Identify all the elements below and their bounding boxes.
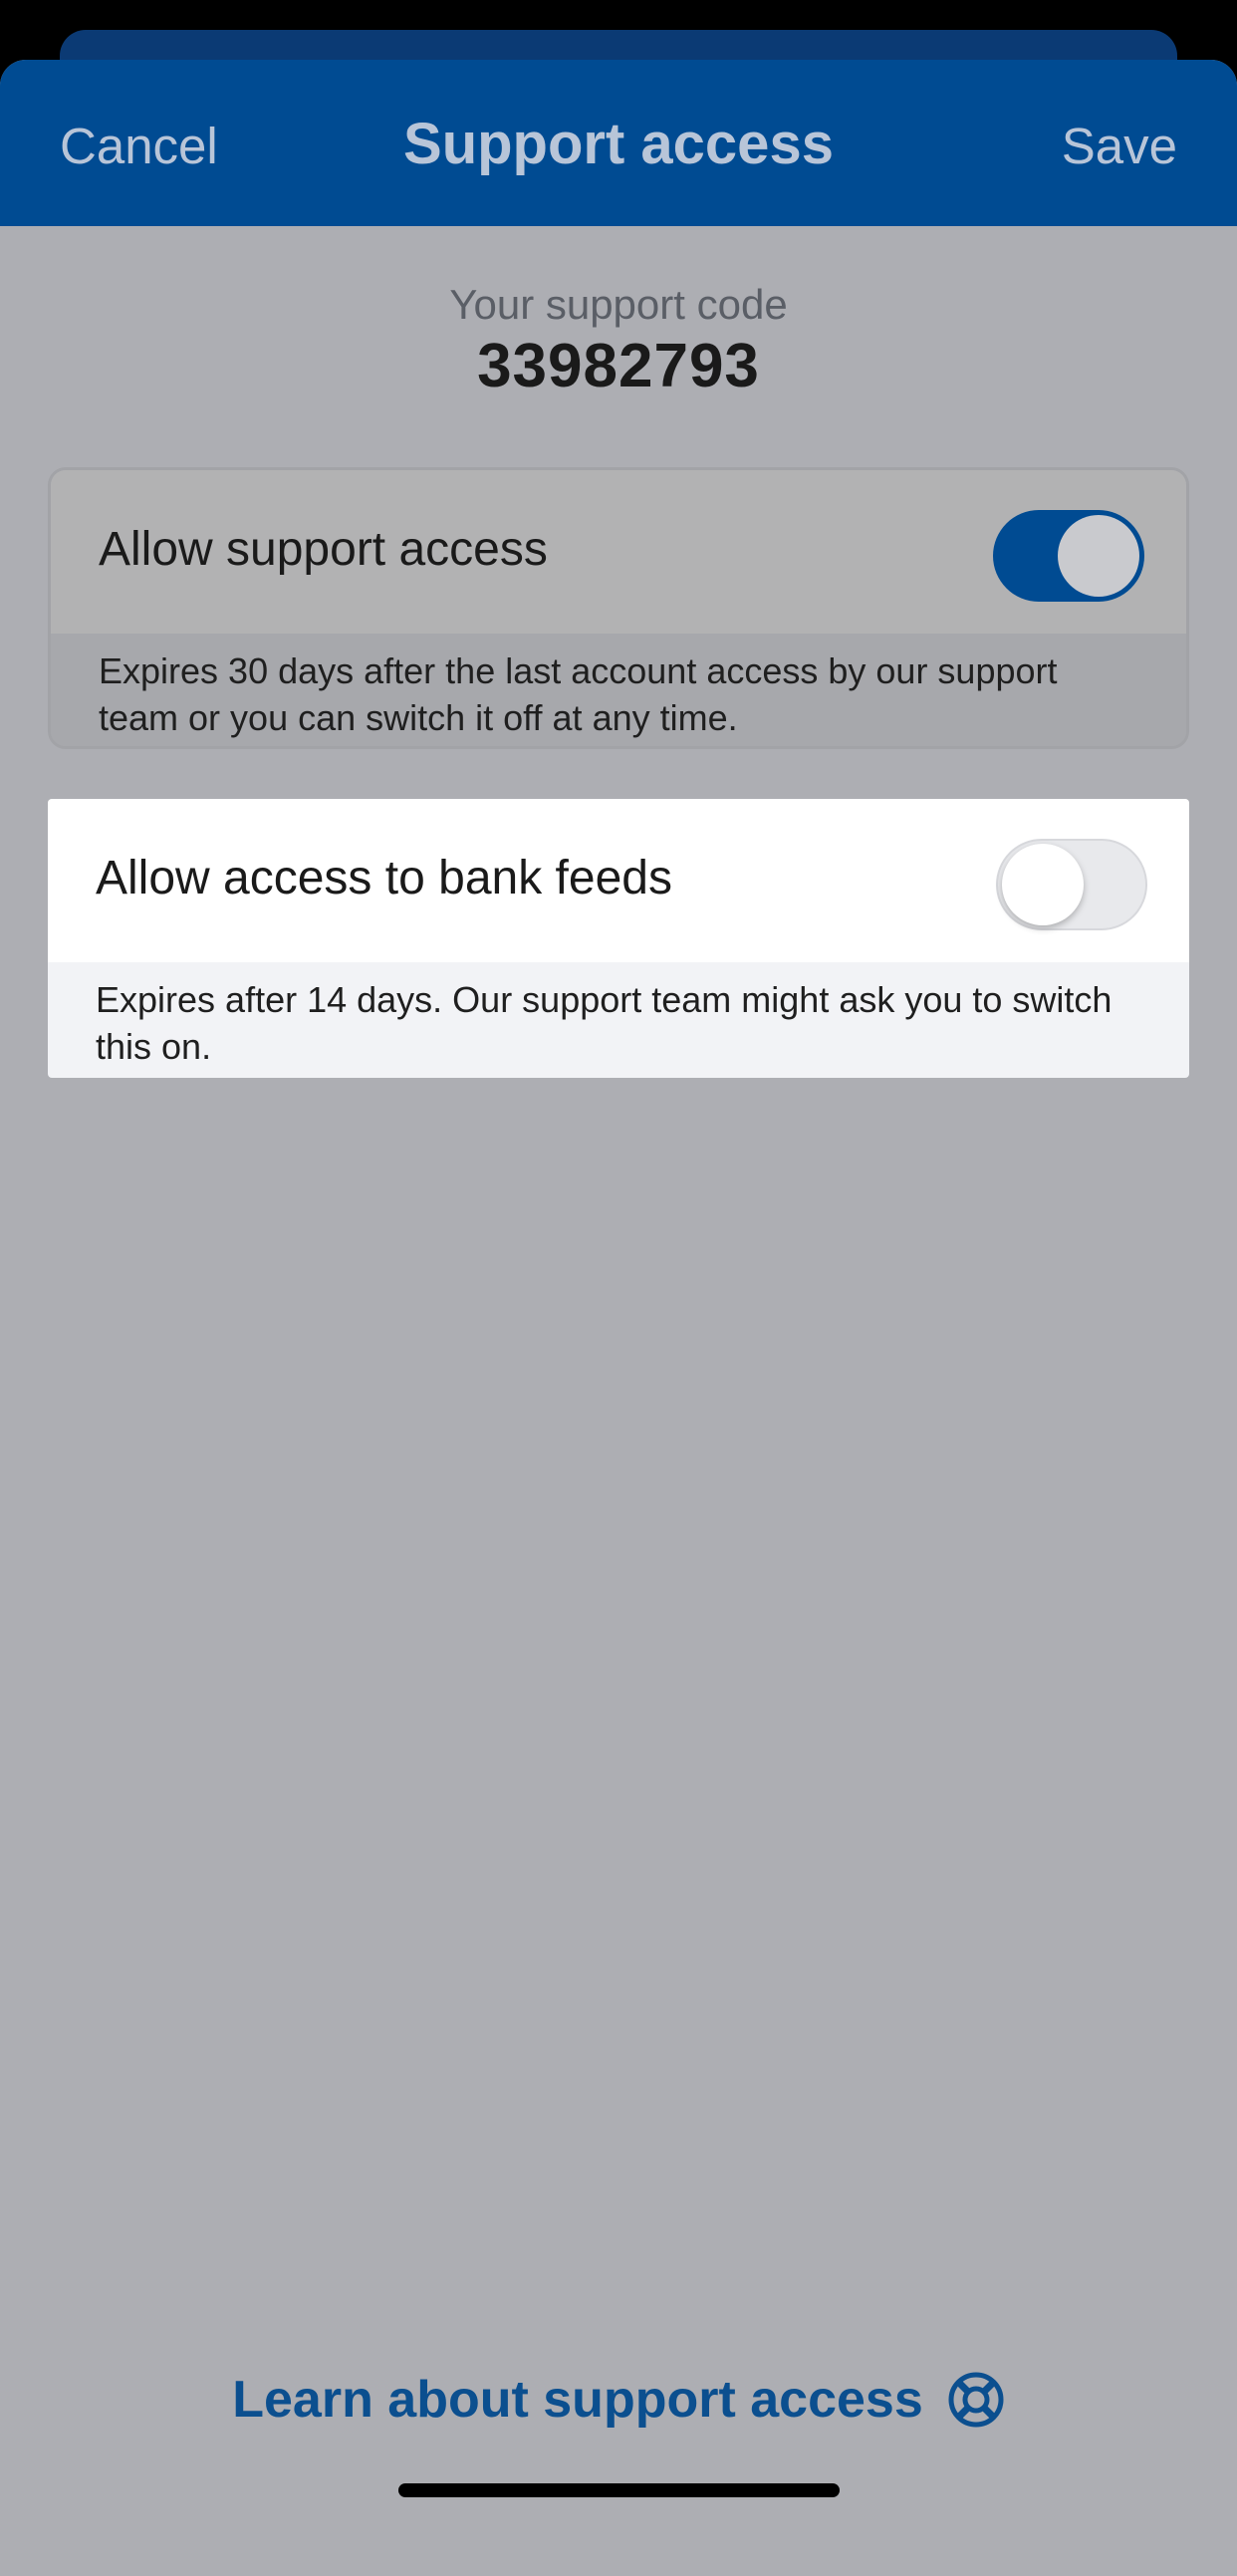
support-access-note-text: Expires 30 days after the last account a… xyxy=(99,650,1058,738)
page-title: Support access xyxy=(403,112,834,176)
bank-feeds-row: Allow access to bank feeds xyxy=(48,799,1189,962)
save-button[interactable]: Save xyxy=(1062,112,1177,181)
support-code-label: Your support code xyxy=(449,281,788,328)
bank-feeds-note: Expires after 14 days. Our support team … xyxy=(48,962,1189,1078)
support-access-sheet: Cancel Support access Save Your support … xyxy=(0,60,1237,2576)
support-access-label: Allow support access xyxy=(99,523,548,576)
learn-link-label: Learn about support access xyxy=(232,2371,923,2429)
bank-feeds-label: Allow access to bank feeds xyxy=(96,852,672,904)
toggle-knob xyxy=(1002,844,1084,925)
support-access-card: Allow support access Expires 30 days aft… xyxy=(48,467,1189,749)
lifebuoy-icon xyxy=(947,2371,1005,2429)
toggle-knob xyxy=(1058,515,1139,597)
home-indicator[interactable] xyxy=(398,2483,840,2497)
bank-feeds-card: Allow access to bank feeds Expires after… xyxy=(48,799,1189,1078)
learn-about-support-access-link[interactable]: Learn about support access xyxy=(0,2365,1237,2435)
bank-feeds-toggle[interactable] xyxy=(996,839,1147,930)
support-access-row: Allow support access xyxy=(51,470,1186,634)
navigation-bar: Cancel Support access Save xyxy=(0,60,1237,226)
support-access-toggle[interactable] xyxy=(993,510,1144,602)
support-code-value: 33982793 xyxy=(477,332,760,400)
support-access-note: Expires 30 days after the last account a… xyxy=(51,634,1186,746)
bank-feeds-note-text: Expires after 14 days. Our support team … xyxy=(96,979,1113,1067)
